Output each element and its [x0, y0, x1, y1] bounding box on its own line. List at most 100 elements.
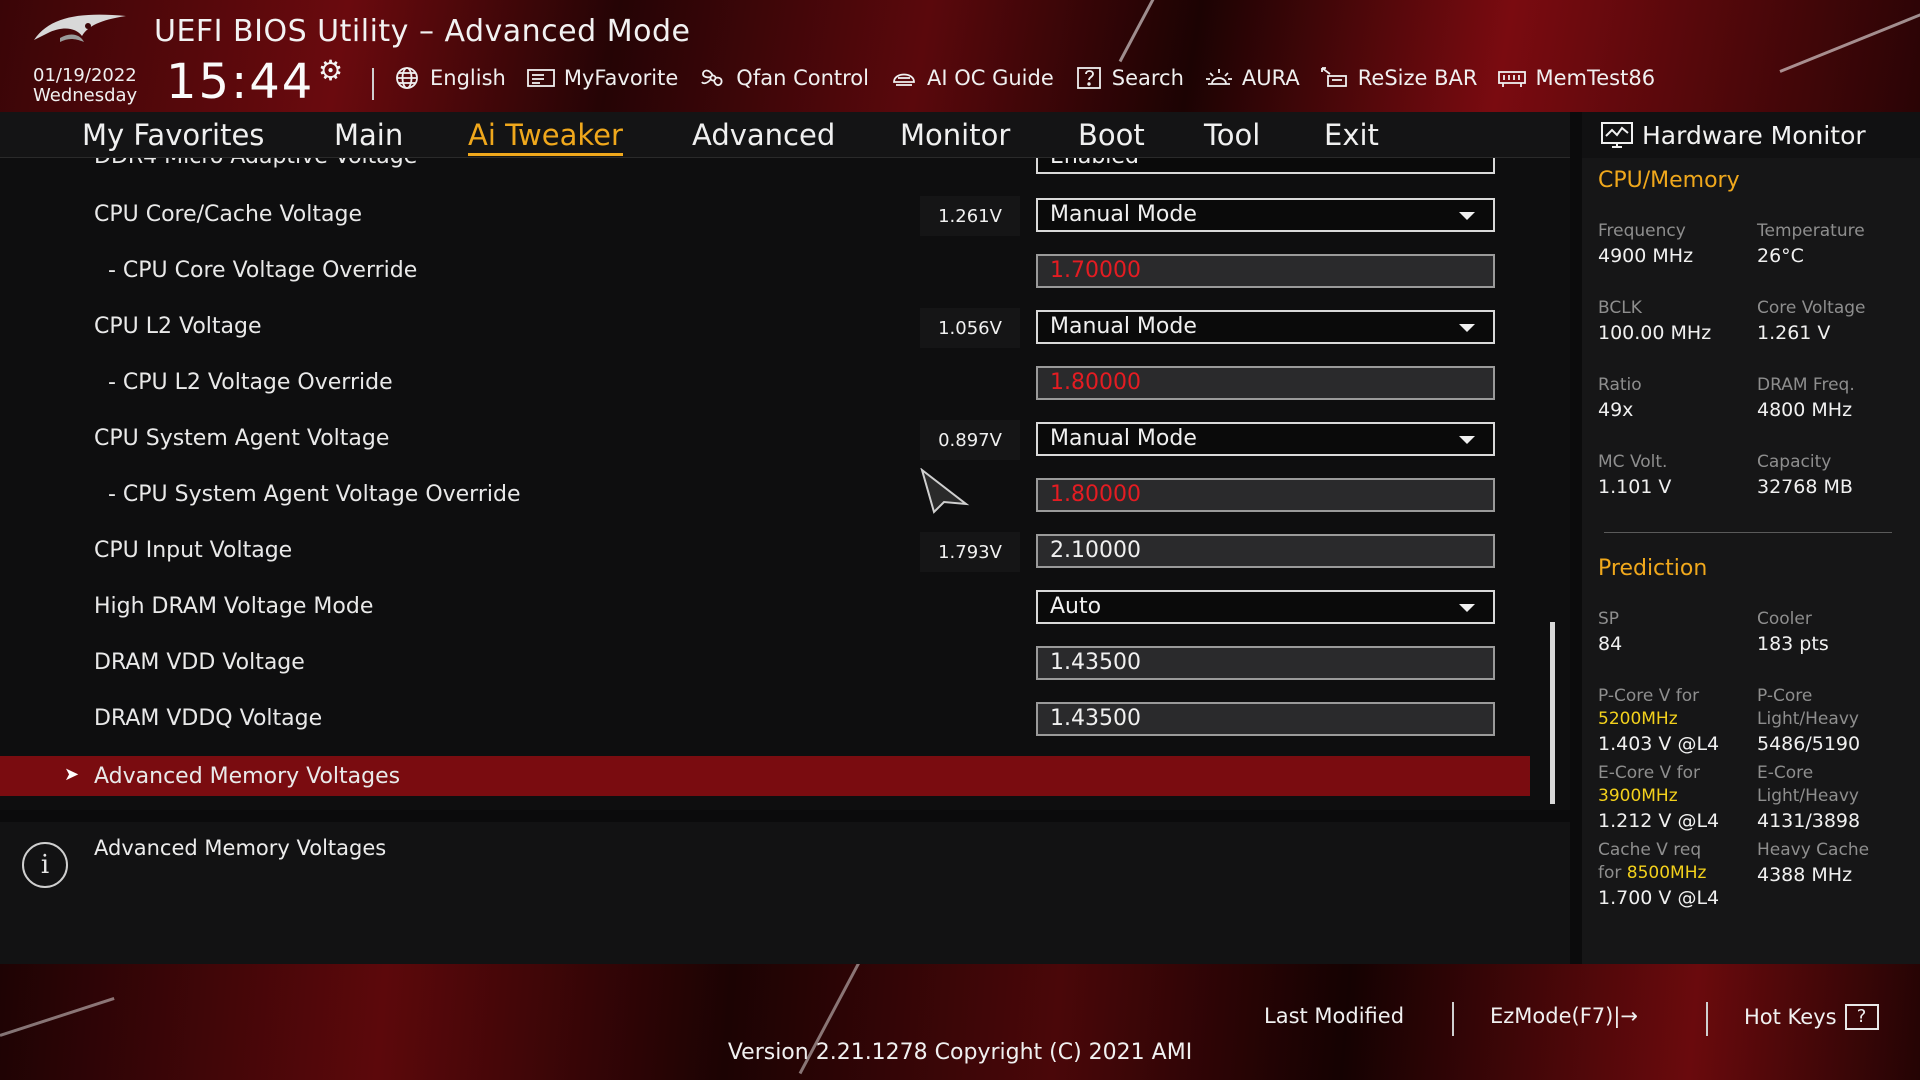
main-menu: My Favorites Main Ai Tweaker Advanced Mo… [0, 112, 1570, 158]
cpu-system-agent-voltage-dropdown[interactable]: Manual Mode [1036, 422, 1495, 456]
setting-row-dram-vdd-voltage[interactable]: DRAM VDD Voltage 1.43500 [0, 636, 1530, 692]
search-button[interactable]: Search [1074, 66, 1184, 90]
tab-my-favorites[interactable]: My Favorites [82, 118, 264, 152]
aura-button[interactable]: AURA [1204, 66, 1300, 90]
fan-icon [698, 66, 728, 90]
hw-key: P-Core [1757, 686, 1813, 706]
hw-key-prefix: for [1598, 863, 1627, 883]
settings-scrollbar[interactable] [1550, 622, 1555, 804]
setting-row-cpu-core-voltage-override[interactable]: - CPU Core Voltage Override 1.70000 [0, 244, 1530, 300]
resize-bar-label: ReSize BAR [1357, 66, 1478, 90]
dram-vdd-voltage-input[interactable]: 1.43500 [1036, 646, 1495, 680]
setting-row-high-dram-voltage-mode[interactable]: High DRAM Voltage Mode Auto [0, 580, 1530, 636]
cpu-input-voltage-input[interactable]: 2.10000 [1036, 534, 1495, 568]
setting-row-cpu-system-agent-voltage[interactable]: CPU System Agent Voltage 0.897V Manual M… [0, 412, 1530, 468]
voltage-reading: 1.261V [920, 196, 1020, 236]
tab-tool[interactable]: Tool [1204, 118, 1260, 152]
footer-bar: Last Modified EzMode(F7)|→ Hot Keys ? Ve… [0, 964, 1920, 1080]
hw-value: 100.00 MHz [1598, 322, 1712, 344]
search-icon [1074, 66, 1104, 90]
weekday-text: Wednesday [33, 85, 138, 106]
hw-value: 1.101 V [1598, 476, 1672, 498]
hw-key: SP [1598, 609, 1620, 629]
cpu-system-agent-voltage-override-input[interactable]: 1.80000 [1036, 478, 1495, 512]
setting-row-dram-vddq-voltage[interactable]: DRAM VDDQ Voltage 1.43500 [0, 692, 1530, 748]
cpu-core-voltage-override-input[interactable]: 1.70000 [1036, 254, 1495, 288]
globe-icon [392, 66, 422, 90]
setting-row-cpu-system-agent-voltage-override[interactable]: - CPU System Agent Voltage Override 1.80… [0, 468, 1530, 524]
qfan-control-button[interactable]: Qfan Control [698, 66, 869, 90]
high-dram-voltage-mode-dropdown[interactable]: Auto [1036, 590, 1495, 624]
cpu-core-cache-voltage-dropdown[interactable]: Manual Mode [1036, 198, 1495, 232]
monitor-icon [1601, 122, 1633, 148]
setting-row-cpu-input-voltage[interactable]: CPU Input Voltage 1.793V 2.10000 [0, 524, 1530, 580]
decor-streak [1779, 0, 1920, 73]
tab-advanced[interactable]: Advanced [692, 118, 835, 152]
cpu-l2-voltage-dropdown[interactable]: Manual Mode [1036, 310, 1495, 344]
setting-label: - CPU Core Voltage Override [108, 258, 418, 283]
hw-value: 1.403 V @L4 [1598, 733, 1720, 755]
setting-row-cpu-l2-voltage-override[interactable]: - CPU L2 Voltage Override 1.80000 [0, 356, 1530, 412]
hw-value: 1.212 V @L4 [1598, 810, 1720, 832]
hw-key: Core Voltage [1757, 298, 1866, 318]
hot-keys-button[interactable]: Hot Keys ? [1744, 1004, 1879, 1030]
prediction-section-title: Prediction [1598, 556, 1708, 581]
hardware-monitor-header[interactable]: Hardware Monitor [1582, 112, 1920, 158]
hw-value: 1.700 V @L4 [1598, 887, 1720, 909]
chevron-down-icon [1459, 436, 1475, 444]
tab-ai-tweaker[interactable]: Ai Tweaker [468, 118, 623, 156]
hw-core-voltage: Core Voltage 1.261 V [1757, 297, 1907, 346]
dram-vddq-voltage-input[interactable]: 1.43500 [1036, 702, 1495, 736]
resize-bar-icon [1320, 66, 1350, 90]
setting-dropdown[interactable]: Enabled [1036, 158, 1495, 174]
hw-freq-highlight: 8500MHz [1626, 863, 1707, 883]
hw-cache-v: Cache V req for 8500MHz 1.700 V @L4 [1598, 839, 1748, 911]
hw-key: Frequency [1598, 221, 1686, 241]
clock-settings-gear-icon[interactable]: ⚙ [318, 56, 343, 86]
hw-frequency: Frequency 4900 MHz [1598, 220, 1748, 269]
help-panel: i Advanced Memory Voltages [0, 822, 1570, 964]
tab-exit[interactable]: Exit [1324, 118, 1379, 152]
last-modified-button[interactable]: Last Modified [1264, 1004, 1404, 1028]
setting-row-cpu-core-cache-voltage[interactable]: CPU Core/Cache Voltage 1.261V Manual Mod… [0, 188, 1530, 244]
myfavorite-label: MyFavorite [563, 66, 679, 90]
language-label: English [430, 66, 506, 90]
memtest86-button[interactable]: MemTest86 [1497, 66, 1655, 90]
ezmode-button[interactable]: EzMode(F7)|→ [1490, 1004, 1638, 1028]
hw-value: 49x [1598, 399, 1634, 421]
tab-monitor[interactable]: Monitor [900, 118, 1010, 152]
date-display: 01/19/2022 Wednesday [33, 66, 137, 106]
cpu-l2-voltage-override-input[interactable]: 1.80000 [1036, 366, 1495, 400]
hw-value: 26°C [1757, 245, 1804, 267]
input-value: 1.43500 [1050, 650, 1141, 675]
language-button[interactable]: English [392, 66, 506, 90]
tab-main[interactable]: Main [334, 118, 403, 152]
last-modified-label: Last Modified [1264, 1004, 1405, 1028]
dropdown-value: Manual Mode [1050, 202, 1197, 227]
hw-value: 4800 MHz [1757, 399, 1853, 421]
info-icon: i [22, 842, 68, 888]
tab-boot[interactable]: Boot [1078, 118, 1145, 152]
resize-bar-button[interactable]: ReSize BAR [1320, 66, 1478, 90]
setting-row-cpu-l2-voltage[interactable]: CPU L2 Voltage 1.056V Manual Mode [0, 300, 1530, 356]
setting-label: High DRAM Voltage Mode [94, 594, 374, 619]
hw-pcore-light-heavy: P-Core Light/Heavy 5486/5190 [1757, 685, 1907, 757]
ai-oc-guide-button[interactable]: AI OC Guide [889, 66, 1054, 90]
hw-capacity: Capacity 32768 MB [1757, 451, 1907, 500]
submenu-advanced-memory-voltages[interactable]: ➤ Advanced Memory Voltages [0, 756, 1530, 796]
setting-row-partial[interactable]: DDR4 Micro Adaptive Voltage Enabled [0, 158, 1530, 186]
cpu-memory-section-title: CPU/Memory [1598, 168, 1740, 193]
ezmode-label: EzMode(F7)|→ [1490, 1004, 1639, 1028]
hw-sp: SP 84 [1598, 608, 1748, 657]
footer-divider [1706, 1002, 1708, 1036]
rog-logo-icon [34, 14, 126, 42]
decor-streak [1118, 0, 1244, 63]
myfavorite-button[interactable]: MyFavorite [526, 66, 678, 90]
hw-divider [1604, 532, 1892, 533]
toolbar: English MyFavorite Qfan Control AI OC Gu… [392, 62, 1675, 94]
hw-key: DRAM Freq. [1757, 375, 1855, 395]
voltage-reading: 0.897V [920, 420, 1020, 460]
dropdown-value: Manual Mode [1050, 314, 1197, 339]
input-value: 1.43500 [1050, 706, 1141, 731]
voltage-reading: 1.056V [920, 308, 1020, 348]
